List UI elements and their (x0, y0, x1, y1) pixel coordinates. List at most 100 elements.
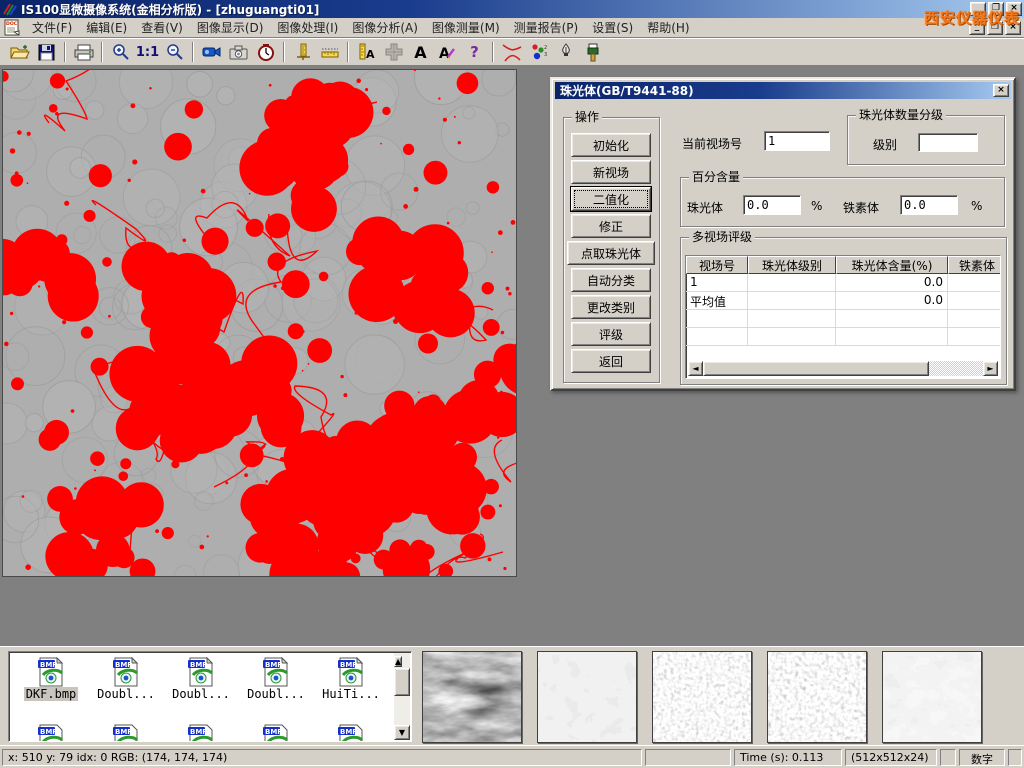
timer-button[interactable] (252, 40, 279, 64)
file-name[interactable]: Doubl... (95, 687, 157, 701)
menu-edit[interactable]: 编辑(E) (79, 17, 134, 38)
actual-size-button[interactable]: 1:1 (134, 40, 161, 64)
open-button[interactable] (6, 40, 33, 64)
preview-thumbnail-1[interactable] (422, 651, 522, 743)
mdi-close-button[interactable]: × (1005, 21, 1021, 35)
file-listbox[interactable]: BMP DKF.bmp BMP Doubl... BMP D (8, 651, 412, 742)
clock-icon (257, 43, 275, 61)
preview-thumbnail-2[interactable] (537, 651, 637, 743)
caliper-button[interactable] (289, 40, 316, 64)
ruler-button[interactable] (316, 40, 343, 64)
col-pearlite-level[interactable]: 珠光体级别 (748, 256, 836, 274)
cell-pearlite: 0.0 (836, 274, 948, 291)
scroll-down-icon[interactable]: ▼ (394, 725, 410, 740)
vscroll-thumb[interactable] (394, 668, 410, 696)
menu-image-measure[interactable]: 图像测量(M) (425, 17, 507, 38)
file-item[interactable]: BMP Doubl... (90, 657, 162, 701)
file-item[interactable]: BMP Doubl... (240, 657, 312, 701)
file-item[interactable]: BMP Doubl... (165, 657, 237, 701)
text-edit-icon: A (438, 44, 457, 61)
preview-thumbnail-5[interactable] (882, 651, 982, 743)
file-list-vscrollbar[interactable]: ▲ ▼ (394, 653, 410, 740)
app-close-button[interactable]: × (1006, 2, 1022, 16)
ferrite-percent-input[interactable] (900, 195, 958, 215)
table-row[interactable]: 1 0.0 (686, 274, 1000, 292)
binarize-button[interactable]: 二值化 (571, 187, 651, 211)
merge-grid-button[interactable] (380, 40, 407, 64)
app-minimize-button[interactable]: _ (970, 2, 986, 16)
multi-field-table[interactable]: 视场号 珠光体级别 珠光体含量(%) 铁素体 1 0.0 平均值 0.0 (685, 255, 1001, 379)
caliper-text-icon: A (358, 43, 376, 61)
grade-button[interactable]: 评级 (571, 322, 651, 346)
measure-text-button[interactable]: A (353, 40, 380, 64)
file-name[interactable]: Doubl... (170, 687, 232, 701)
col-pearlite-content[interactable]: 珠光体含量(%) (836, 256, 948, 274)
file-item-partial[interactable]: BMP (15, 724, 87, 742)
text-button[interactable]: A (407, 40, 434, 64)
correct-button[interactable]: 修正 (571, 214, 651, 238)
menu-image-analysis[interactable]: 图像分析(A) (345, 17, 425, 38)
video-capture-button[interactable] (198, 40, 225, 64)
file-item-partial[interactable]: BMP (90, 724, 162, 742)
metallographic-image[interactable] (2, 69, 517, 577)
file-item-partial[interactable]: BMP (165, 724, 237, 742)
help-button[interactable]: ? (461, 40, 488, 64)
current-field-input[interactable] (764, 131, 830, 151)
pick-pearlite-button[interactable]: 点取珠光体 (567, 241, 655, 265)
table-row[interactable]: 平均值 0.0 (686, 292, 1000, 310)
mode-indicator: 数字 (959, 749, 1005, 766)
photo-capture-button[interactable] (225, 40, 252, 64)
new-field-button[interactable]: 新视场 (571, 160, 651, 184)
help-icon: ? (470, 43, 479, 61)
hscroll-thumb[interactable] (703, 361, 929, 376)
app-restore-button[interactable]: ❐ (988, 2, 1004, 16)
return-button[interactable]: 返回 (571, 349, 651, 373)
zoom-out-button[interactable] (161, 40, 188, 64)
menu-image-process[interactable]: 图像处理(I) (270, 17, 345, 38)
file-name[interactable]: HuiTi... (320, 687, 382, 701)
change-class-button[interactable]: 更改类别 (571, 295, 651, 319)
file-item-partial[interactable]: BMP (315, 724, 387, 742)
auto-classify-button[interactable]: 自动分类 (571, 268, 651, 292)
table-hscrollbar[interactable]: ◄ ► (688, 361, 998, 376)
erase-curve-button[interactable] (498, 40, 525, 64)
level-input[interactable] (918, 133, 978, 152)
col-field-number[interactable]: 视场号 (686, 256, 748, 274)
menu-help[interactable]: 帮助(H) (640, 17, 696, 38)
menu-file[interactable]: 文件(F) (25, 17, 79, 38)
menu-settings[interactable]: 设置(S) (585, 17, 640, 38)
preview-thumbnail-4[interactable] (767, 651, 867, 743)
cell-ferrite (948, 292, 1001, 309)
menu-image-display[interactable]: 图像显示(D) (190, 17, 271, 38)
svg-text:BMP: BMP (40, 661, 57, 669)
annotate-button[interactable]: A (434, 40, 461, 64)
save-button[interactable] (33, 40, 60, 64)
init-button[interactable]: 初始化 (571, 133, 651, 157)
pen-button[interactable] (552, 40, 579, 64)
mdi-minimize-button[interactable]: _ (969, 21, 985, 35)
scroll-up-icon[interactable]: ▲ (394, 656, 402, 667)
zoom-in-button[interactable] (107, 40, 134, 64)
toolbar: 1:1 (0, 38, 1024, 66)
menu-view[interactable]: 查看(V) (134, 17, 190, 38)
menu-measure-report[interactable]: 测量报告(P) (507, 17, 586, 38)
cell-field: 1 (686, 274, 748, 291)
cell-ferrite (948, 274, 1001, 291)
scroll-right-icon[interactable]: ► (983, 361, 998, 376)
preview-thumbnail-3[interactable] (652, 651, 752, 743)
status-bar: x: 510 y: 79 idx: 0 RGB: (174, 174, 174)… (0, 745, 1024, 768)
file-item[interactable]: BMP DKF.bmp (15, 657, 87, 701)
print-button[interactable] (70, 40, 97, 64)
dialog-title-bar[interactable]: 珠光体(GB/T9441-88) × (555, 82, 1011, 99)
dialog-close-button[interactable]: × (993, 84, 1009, 97)
file-name[interactable]: DKF.bmp (24, 687, 79, 701)
brush-button[interactable] (579, 40, 606, 64)
file-item-partial[interactable]: BMP (240, 724, 312, 742)
scroll-left-icon[interactable]: ◄ (688, 361, 703, 376)
file-item[interactable]: BMP HuiTi... (315, 657, 387, 701)
pearlite-percent-input[interactable] (743, 195, 801, 215)
col-ferrite[interactable]: 铁素体 (948, 256, 1001, 274)
classify-dots-button[interactable]: 2 3 (525, 40, 552, 64)
file-name[interactable]: Doubl... (245, 687, 307, 701)
mdi-restore-button[interactable]: ❐ (987, 21, 1003, 35)
